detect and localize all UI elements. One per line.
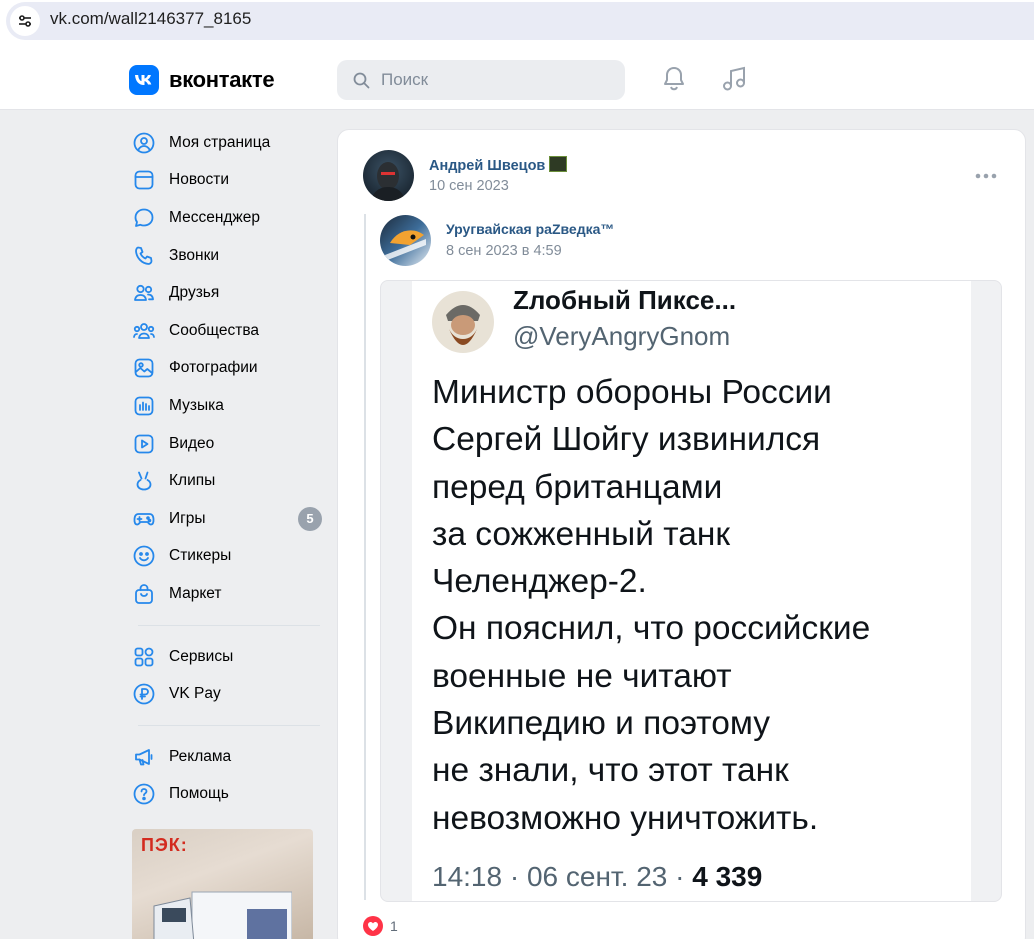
repost-date[interactable]: 8 сен 2023 в 4:59 [446, 243, 562, 259]
post-author-link[interactable]: Андрей Швецов [429, 156, 568, 174]
sidebar-item-clips[interactable]: Клипы [130, 462, 320, 500]
post-card: Андрей Швецов 10 сен 2023 Уругвайская ра… [337, 129, 1026, 939]
counter-badge: 5 [298, 506, 322, 531]
megaphone-icon [132, 745, 156, 769]
sidebar-item-ruble[interactable]: VK Pay [130, 675, 320, 713]
repost-indent-line [364, 214, 366, 900]
sidebar-ad-banner[interactable]: ПЭК: [132, 829, 313, 939]
more-options-icon[interactable] [975, 166, 997, 184]
sidebar-item-label: Звонки [169, 246, 220, 264]
browser-address-bar: vk.com/wall2146377_8165 [0, 0, 1034, 48]
newsfeed-icon [132, 168, 156, 192]
search-icon [353, 72, 370, 89]
site-header: вконтакте [0, 48, 1034, 110]
site-settings-icon[interactable] [10, 6, 40, 36]
tweet-screenshot: Zлобный Пиксе... @VeryAngryGnom Министр … [412, 281, 971, 901]
sidebar-item-label: VK Pay [169, 685, 221, 703]
sidebar-item-label: Новости [169, 171, 230, 189]
clips-icon [132, 469, 156, 493]
ruble-icon [132, 682, 156, 706]
post-date[interactable]: 10 сен 2023 [429, 178, 509, 194]
left-sidebar: Моя страница Новости Мессенджер Звонки Друзь… [130, 124, 322, 814]
sidebar-item-label: Клипы [169, 472, 216, 490]
tweet-author-name: Zлобный Пиксе... [513, 285, 737, 315]
gamepad-icon [132, 507, 156, 531]
vk-logo-icon [129, 65, 159, 95]
sidebar-item-newsfeed[interactable]: Новости [130, 162, 320, 200]
sidebar-item-label: Музыка [169, 396, 224, 414]
user-circle-icon [132, 131, 156, 155]
like-button[interactable]: 1 [362, 915, 398, 937]
sidebar-item-friends[interactable]: Друзья [130, 274, 320, 312]
sidebar-item-label: Мессенджер [169, 208, 261, 226]
sidebar-divider [138, 624, 320, 626]
sidebar-item-label: Стикеры [169, 547, 232, 565]
ad-brand-text: ПЭК: [141, 835, 188, 855]
repost-author-avatar[interactable] [380, 215, 431, 266]
sidebar-item-label: Маркет [169, 584, 222, 602]
author-avatar[interactable] [363, 150, 414, 201]
tweet-text: Министр обороны России Сергей Шойгу изви… [432, 374, 871, 837]
sidebar-item-gamepad[interactable]: Игры 5 [130, 500, 322, 538]
notifications-bell-icon[interactable] [662, 66, 686, 97]
friends-icon [132, 281, 156, 305]
sidebar-item-video[interactable]: Видео [130, 425, 320, 463]
url-text[interactable]: vk.com/wall2146377_8165 [50, 9, 251, 29]
sidebar-item-music[interactable]: Музыка [130, 387, 320, 425]
services-icon [132, 645, 156, 669]
vk-logo[interactable]: вконтакте [129, 65, 275, 95]
tweet-avatar [432, 291, 494, 353]
logo-text: вконтакте [169, 67, 275, 92]
message-icon [132, 206, 156, 230]
sidebar-divider [138, 724, 320, 726]
search-input[interactable] [381, 68, 611, 92]
sidebar-item-photo[interactable]: Фотографии [130, 350, 320, 388]
sidebar-item-services[interactable]: Сервисы [130, 638, 320, 676]
sidebar-item-label: Сервисы [169, 647, 234, 665]
video-icon [132, 432, 156, 456]
sidebar-item-label: Фотографии [169, 359, 258, 377]
flag-emoji-icon [549, 156, 568, 172]
heart-icon [363, 916, 383, 936]
phone-icon [132, 244, 156, 268]
tweet-meta: 14:18 · 06 сент. 23 · 4 339 [432, 861, 763, 892]
search-box[interactable] [337, 60, 625, 100]
photo-icon [132, 356, 156, 380]
sidebar-item-label: Видео [169, 434, 215, 452]
smile-icon [132, 544, 156, 568]
sidebar-item-label: Друзья [169, 284, 220, 302]
sidebar-item-label: Помощь [169, 785, 229, 803]
sidebar-item-phone[interactable]: Звонки [130, 237, 320, 275]
truck-image [153, 891, 292, 939]
sidebar-item-bag[interactable]: Маркет [130, 575, 320, 613]
sidebar-item-message[interactable]: Мессенджер [130, 199, 320, 237]
bag-icon [132, 582, 156, 606]
sidebar-item-label: Реклама [169, 747, 232, 765]
sidebar-item-label: Моя страница [169, 133, 271, 151]
communities-icon [132, 319, 156, 343]
sidebar-item-help[interactable]: Помощь [130, 776, 320, 814]
tweet-handle: @VeryAngryGnom [513, 321, 731, 351]
sidebar-item-label: Сообщества [169, 321, 260, 339]
sidebar-item-user-circle[interactable]: Моя страница [130, 124, 320, 162]
sidebar-item-megaphone[interactable]: Реклама [130, 738, 320, 776]
post-photo[interactable]: Zлобный Пиксе... @VeryAngryGnom Министр … [380, 280, 1002, 902]
sidebar-item-smile[interactable]: Стикеры [130, 538, 320, 576]
tweet-views: 4 339 [692, 861, 763, 892]
music-icon [132, 394, 156, 418]
music-note-icon[interactable] [721, 66, 747, 97]
sidebar-item-label: Игры [169, 509, 206, 527]
repost-author-link[interactable]: Уругвайская раZведка™ [446, 221, 614, 237]
sidebar-item-communities[interactable]: Сообщества [130, 312, 320, 350]
like-count: 1 [390, 918, 398, 934]
help-icon [132, 782, 156, 806]
